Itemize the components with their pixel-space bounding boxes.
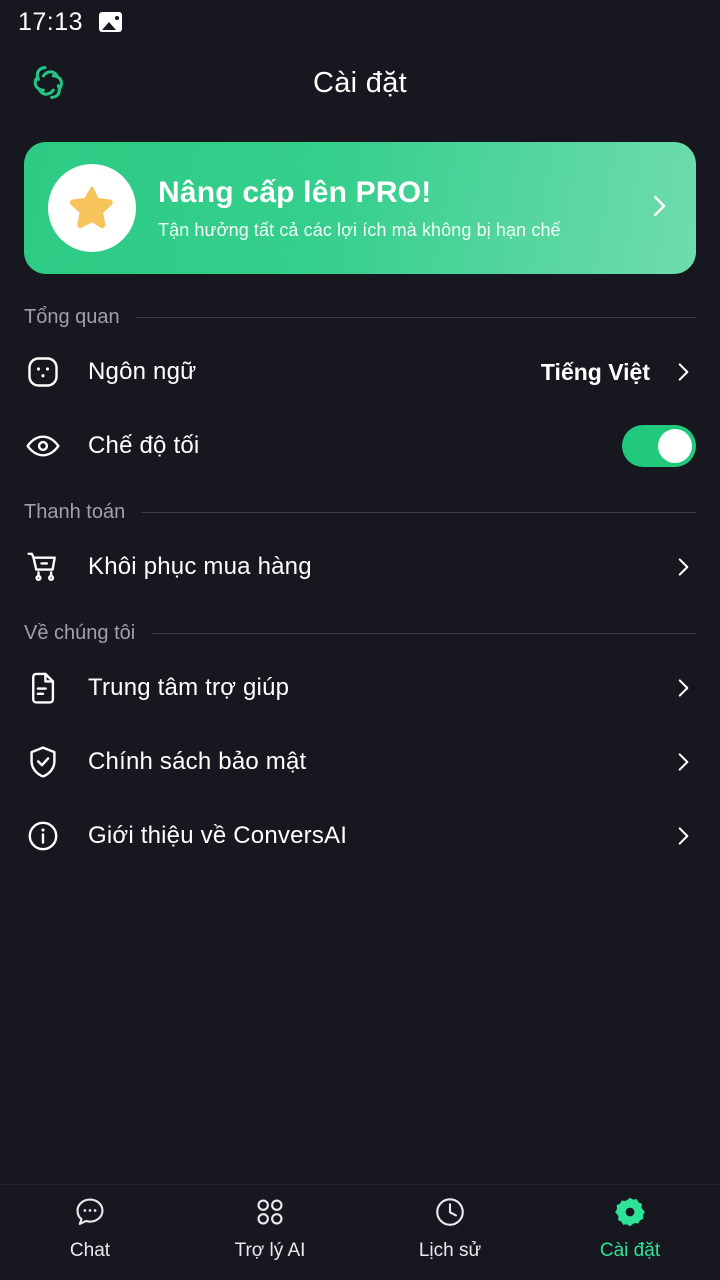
settings-row-label: Khôi phục mua hàng (88, 553, 312, 580)
gear-icon (613, 1193, 647, 1231)
chevron-right-icon (644, 191, 674, 226)
section-divider (141, 512, 696, 513)
chevron-right-icon (670, 674, 696, 702)
settings-row-label: Ngôn ngữ (88, 358, 197, 385)
shield-check-icon (24, 743, 62, 781)
toggle-knob (658, 429, 692, 463)
settings-row-about-conversai[interactable]: Giới thiệu về ConversAI (0, 799, 720, 873)
settings-row-privacy-policy[interactable]: Chính sách bảo mật (0, 725, 720, 799)
nav-item-label: Chat (69, 1240, 111, 1261)
chevron-right-icon (670, 358, 696, 386)
section-divider (151, 633, 696, 634)
eye-icon (24, 427, 62, 465)
chevron-right-icon (670, 748, 696, 776)
settings-row-language[interactable]: Ngôn ngữ Tiếng Việt (0, 335, 720, 409)
chat-bubble-icon (73, 1193, 107, 1231)
banner-subtitle: Tận hưởng tất cả các lợi ích mà không bị… (158, 219, 561, 240)
section-label: Thanh toán (24, 501, 126, 523)
shopping-cart-icon (24, 548, 62, 586)
dark-mode-toggle[interactable] (622, 425, 696, 467)
section-label: Tổng quan (24, 306, 120, 328)
page-title: Cài đặt (313, 66, 407, 99)
settings-content: Tổng quan Ngôn ngữ Tiếng Việt Chế độ tối… (0, 274, 720, 1184)
clock-icon (433, 1193, 467, 1231)
settings-row-restore-purchase[interactable]: Khôi phục mua hàng (0, 530, 720, 604)
nav-item-label: Cài đặt (599, 1240, 661, 1261)
nav-item-chat[interactable]: Chat (0, 1193, 180, 1262)
settings-row-help-center[interactable]: Trung tâm trợ giúp (0, 651, 720, 725)
settings-row-label: Chế độ tối (88, 432, 200, 459)
section-header-about: Về chúng tôi (0, 622, 720, 645)
language-value: Tiếng Việt (540, 358, 650, 385)
chevron-right-icon (670, 553, 696, 581)
nav-item-settings[interactable]: Cài đặt (540, 1193, 720, 1262)
settings-row-label: Chính sách bảo mật (88, 748, 307, 775)
nav-item-history[interactable]: Lịch sử (360, 1193, 540, 1262)
grid-apps-icon (254, 1193, 286, 1231)
section-header-payment: Thanh toán (0, 501, 720, 524)
star-icon (67, 181, 117, 236)
nav-item-ai-assistant[interactable]: Trợ lý AI (180, 1193, 360, 1262)
section-divider (135, 317, 696, 318)
image-icon (99, 12, 123, 32)
nav-item-label: Lịch sử (418, 1240, 482, 1261)
bottom-navigation: Chat Trợ lý AI Lịch sử Cài đặt (0, 1184, 720, 1280)
status-bar: 17:13 (0, 0, 720, 44)
status-bar-clock: 17:13 (18, 7, 84, 36)
language-icon (24, 353, 62, 391)
nav-item-label: Trợ lý AI (234, 1240, 306, 1261)
chevron-right-icon (670, 822, 696, 850)
upgrade-pro-banner[interactable]: Nâng cấp lên PRO! Tận hưởng tất cả các l… (24, 142, 696, 274)
section-header-overview: Tổng quan (0, 306, 720, 329)
info-circle-icon (24, 817, 62, 855)
banner-texts: Nâng cấp lên PRO! Tận hưởng tất cả các l… (158, 176, 636, 241)
settings-screen: 17:13 Cài đặt Nâng cấp lên PRO! Tận hưởn… (0, 0, 720, 1280)
star-badge (48, 164, 136, 252)
app-header: Cài đặt (0, 44, 720, 122)
settings-row-label: Giới thiệu về ConversAI (88, 822, 348, 849)
banner-title: Nâng cấp lên PRO! (158, 175, 432, 209)
settings-row-label: Trung tâm trợ giúp (88, 674, 290, 701)
file-text-icon (24, 669, 62, 707)
section-label: Về chúng tôi (24, 622, 136, 644)
settings-row-dark-mode[interactable]: Chế độ tối (0, 409, 720, 483)
